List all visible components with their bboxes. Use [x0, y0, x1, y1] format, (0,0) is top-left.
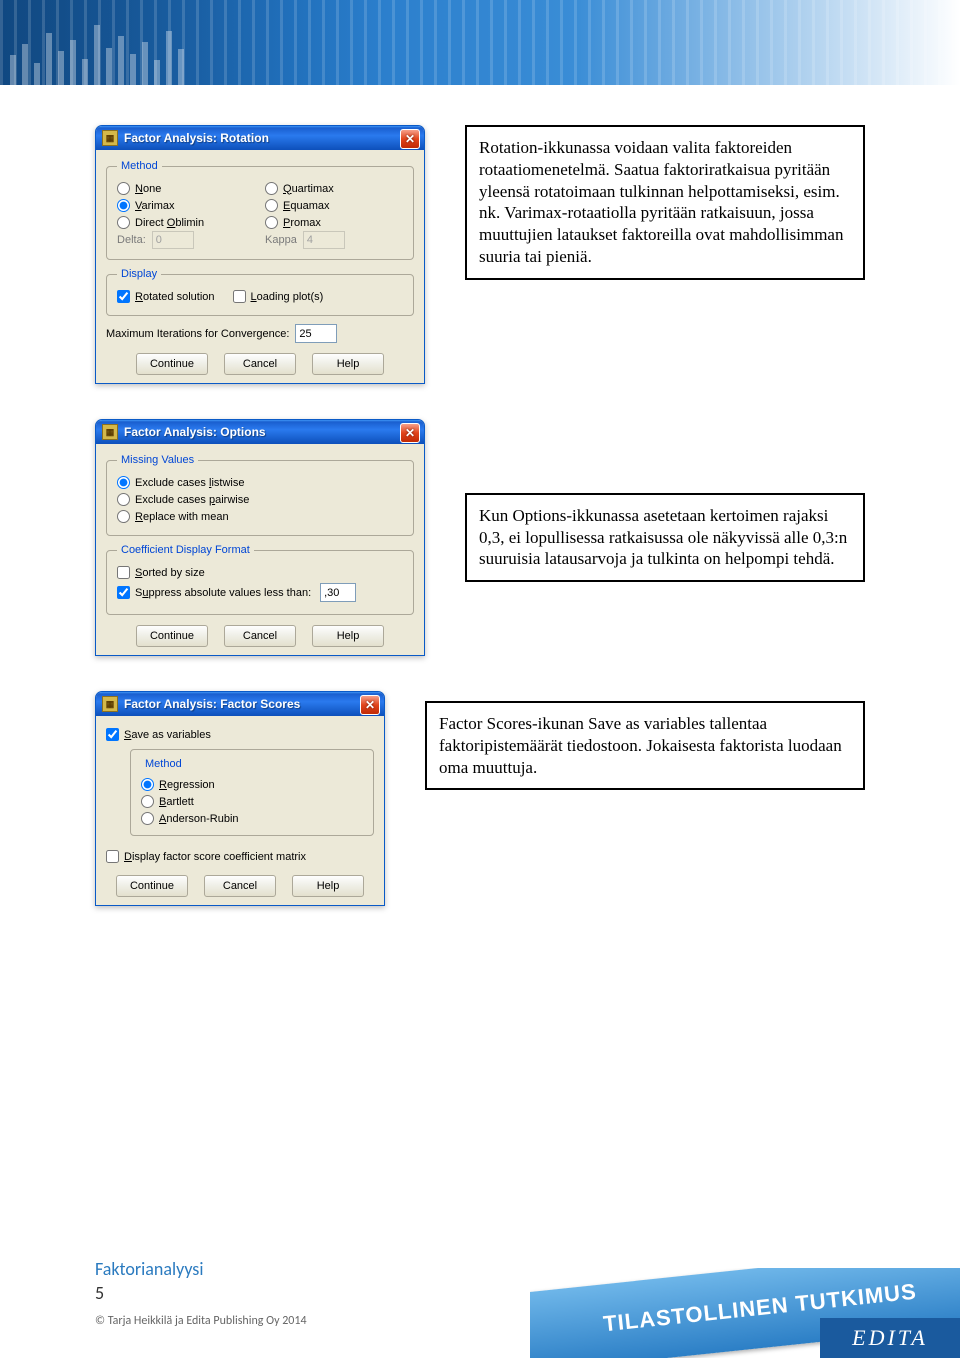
cancel-button[interactable]: Cancel — [204, 875, 276, 897]
display-legend: Display — [117, 268, 161, 280]
radio-anderson-rubin[interactable] — [141, 812, 154, 825]
options-title: Factor Analysis: Options — [124, 425, 266, 439]
coef-fieldset: Coefficient Display Format Sorted by siz… — [106, 544, 414, 615]
options-titlebar: ▦ Factor Analysis: Options ✕ — [96, 420, 424, 444]
continue-button[interactable]: Continue — [136, 353, 208, 375]
rotation-titlebar: ▦ Factor Analysis: Rotation ✕ — [96, 126, 424, 150]
check-sorted[interactable] — [117, 566, 130, 579]
delta-input — [152, 231, 194, 249]
maxiter-label: Maximum Iterations for Convergence: — [106, 328, 289, 340]
maxiter-input[interactable] — [295, 324, 337, 343]
missing-fieldset: Missing Values Exclude cases listwise Ex… — [106, 454, 414, 536]
cancel-button[interactable]: Cancel — [224, 625, 296, 647]
missing-legend: Missing Values — [117, 454, 198, 466]
radio-regression[interactable] — [141, 778, 154, 791]
close-icon[interactable]: ✕ — [400, 129, 420, 149]
options-description: Kun Options-ikkunassa asetetaan kertoime… — [465, 493, 865, 582]
scores-title: Factor Analysis: Factor Scores — [124, 697, 300, 711]
scores-method-legend: Method — [141, 758, 186, 770]
rotation-dialog: ▦ Factor Analysis: Rotation ✕ Method Non… — [95, 125, 425, 384]
radio-quartimax[interactable] — [265, 182, 278, 195]
kappa-label: Kappa — [265, 234, 297, 246]
check-save-as-variables[interactable] — [106, 728, 119, 741]
radio-promax[interactable] — [265, 216, 278, 229]
scores-method-box: Method Regression Bartlett Anderson-Rubi… — [130, 749, 374, 836]
continue-button[interactable]: Continue — [136, 625, 208, 647]
help-button[interactable]: Help — [312, 625, 384, 647]
check-suppress[interactable] — [117, 586, 130, 599]
method-fieldset: Method None Quartimax Varimax Equamax Di… — [106, 160, 414, 260]
method-legend: Method — [117, 160, 162, 172]
kappa-input — [303, 231, 345, 249]
spss-icon: ▦ — [102, 696, 118, 712]
radio-replace[interactable] — [117, 510, 130, 523]
continue-button[interactable]: Continue — [116, 875, 188, 897]
scores-description: Factor Scores-ikunan Save as variables t… — [425, 701, 865, 790]
radio-none[interactable] — [117, 182, 130, 195]
radio-varimax[interactable] — [117, 199, 130, 212]
spss-icon: ▦ — [102, 130, 118, 146]
check-display-matrix[interactable] — [106, 850, 119, 863]
radio-equamax[interactable] — [265, 199, 278, 212]
help-button[interactable]: Help — [292, 875, 364, 897]
suppress-input[interactable] — [320, 583, 356, 602]
radio-pairwise[interactable] — [117, 493, 130, 506]
cancel-button[interactable]: Cancel — [224, 353, 296, 375]
brand-logo: EDITA — [820, 1318, 960, 1358]
spss-icon: ▦ — [102, 424, 118, 440]
radio-direct-oblimin[interactable] — [117, 216, 130, 229]
close-icon[interactable]: ✕ — [360, 695, 380, 715]
display-fieldset: Display Rotated solution Loading plot(s) — [106, 268, 414, 316]
help-button[interactable]: Help — [312, 353, 384, 375]
scores-titlebar: ▦ Factor Analysis: Factor Scores ✕ — [96, 692, 384, 716]
scores-dialog: ▦ Factor Analysis: Factor Scores ✕ Save … — [95, 691, 385, 906]
footer-right: TILASTOLLINEN TUTKIMUS EDITA — [530, 1268, 960, 1358]
check-loading-plots[interactable] — [233, 290, 246, 303]
coef-legend: Coefficient Display Format — [117, 544, 254, 556]
rotation-description: Rotation-ikkunassa voidaan valita faktor… — [465, 125, 865, 280]
radio-bartlett[interactable] — [141, 795, 154, 808]
radio-listwise[interactable] — [117, 476, 130, 489]
header-banner — [0, 0, 960, 85]
close-icon[interactable]: ✕ — [400, 423, 420, 443]
delta-label: Delta: — [117, 234, 146, 246]
options-dialog: ▦ Factor Analysis: Options ✕ Missing Val… — [95, 419, 425, 656]
check-rotated-solution[interactable] — [117, 290, 130, 303]
rotation-title: Factor Analysis: Rotation — [124, 131, 269, 145]
